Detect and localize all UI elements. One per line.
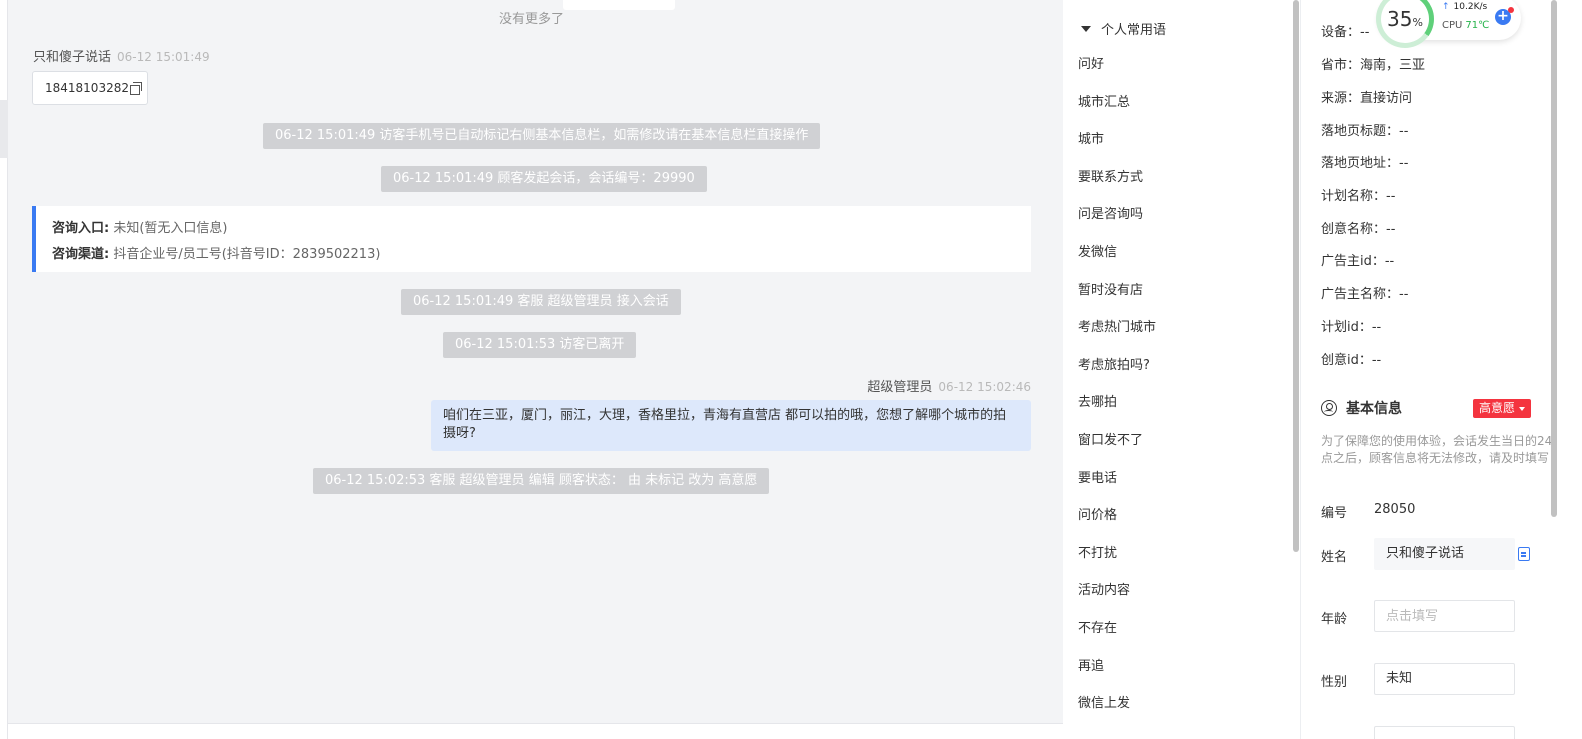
usage-percent-unit: % [1412, 16, 1423, 29]
age-label: 年龄 [1321, 612, 1348, 627]
user-icon [1321, 400, 1337, 416]
caret-down-icon [1081, 25, 1091, 32]
consult-entry-label: 咨询入口: [52, 221, 110, 236]
basic-info-header: 基本信息 [1321, 398, 1402, 418]
phrase-item[interactable]: 考虑旅拍吗? [1078, 347, 1156, 385]
system-message: 06-12 15:01:49 客服 超级管理员 接入会话 [401, 289, 681, 315]
phrase-item[interactable]: 城市汇总 [1078, 84, 1156, 122]
visitor-phone: 18418103282 [45, 81, 129, 95]
caret-down-icon [1519, 406, 1526, 411]
system-monitor-widget[interactable]: 35% ↑ 10.2K/s CPU 71℃ + [1376, 0, 1521, 48]
consult-channel-row: 咨询渠道: 抖音企业号/员工号(抖音号ID：2839502213) [52, 242, 1015, 268]
chat-panel: 没有更多了 只和傻子说话 06-12 15:01:49 18418103282 0… [0, 0, 1063, 739]
age-input[interactable] [1374, 600, 1515, 632]
agent-header: 超级管理员 06-12 15:02:46 [867, 376, 1031, 395]
phrase-item[interactable]: 考虑热门城市 [1078, 309, 1156, 347]
field-landing-title: 落地页标题：-- [1321, 124, 1409, 139]
no-more-text: 没有更多了 [498, 12, 564, 27]
copy-icon[interactable] [129, 82, 142, 95]
system-message: 06-12 15:02:53 客服 超级管理员 编辑 顾客状态： 由 未标记 改… [313, 468, 770, 494]
intent-status-dropdown[interactable]: 高意愿 [1473, 399, 1532, 418]
phrase-item[interactable]: 再追 [1078, 648, 1156, 686]
cpu-temp: CPU 71℃ [1442, 20, 1489, 31]
phrase-item[interactable]: 暂时没有店 [1078, 272, 1156, 310]
visitor-name: 只和傻子说话 [33, 50, 112, 65]
copy-name-icon[interactable] [1518, 547, 1530, 561]
common-phrases-panel: 个人常用语 问好 城市汇总 城市 要联系方式 问是咨询吗 发微信 暂时没有店 考… [1063, 0, 1300, 739]
usage-percent: 35% [1381, 0, 1429, 43]
consult-entry-row: 咨询入口: 未知(暂无入口信息) [52, 216, 1015, 242]
consult-channel-label: 咨询渠道: [52, 247, 110, 262]
phrases-scrollbar[interactable] [1293, 0, 1299, 552]
consult-info-card: 咨询入口: 未知(暂无入口信息) 咨询渠道: 抖音企业号/员工号(抖音号ID：2… [32, 206, 1031, 272]
phrase-item[interactable]: 窗口发不了 [1078, 422, 1156, 460]
id-label: 编号 [1321, 506, 1348, 521]
consult-entry-value: 未知(暂无入口信息) [113, 221, 228, 236]
phrases-group-header[interactable]: 个人常用语 [1081, 19, 1166, 38]
consult-channel-value: 抖音企业号/员工号(抖音号ID：2839502213) [113, 247, 381, 262]
name-label: 姓名 [1321, 550, 1348, 565]
phrases-list: 问好 城市汇总 城市 要联系方式 问是咨询吗 发微信 暂时没有店 考虑热门城市 … [1078, 46, 1156, 723]
field-creative-id: 创意id：-- [1321, 353, 1382, 368]
app-root: 没有更多了 只和傻子说话 06-12 15:01:49 18418103282 0… [0, 0, 1582, 739]
cpu-label: CPU [1442, 20, 1463, 31]
upload-arrow-icon: ↑ [1442, 2, 1450, 12]
phrase-item[interactable]: 不存在 [1078, 610, 1156, 648]
edit-deadline-hint: 为了保障您的使用体验，会话发生当日的24点之后，顾客信息将无法修改，请及时填写 [1321, 434, 1553, 465]
network-speed: ↑ 10.2K/s [1442, 2, 1487, 12]
system-message: 06-12 15:01:49 顾客发起会话，会话编号：29990 [381, 166, 707, 192]
field-device: 设备：-- [1321, 25, 1370, 40]
intent-status-label: 高意愿 [1479, 401, 1516, 415]
gender-select[interactable]: 未知 [1374, 663, 1515, 695]
phrase-item[interactable]: 问是咨询吗 [1078, 196, 1156, 234]
field-plan-id: 计划id：-- [1321, 320, 1382, 335]
usage-percent-value: 35 [1387, 7, 1413, 31]
agent-message-bubble[interactable]: 咱们在三亚，厦门，丽江，大理，香格里拉，青海有直营店 都可以拍的哦，您想了解哪个… [431, 400, 1031, 451]
phrase-item[interactable]: 问好 [1078, 46, 1156, 84]
id-value: 28050 [1374, 502, 1416, 517]
customer-info-panel: 设备：-- 省市：海南，三亚 来源：直接访问 落地页标题：-- 落地页地址：--… [1300, 0, 1582, 739]
notification-dot [1508, 7, 1514, 13]
field-advertiser-name: 广告主名称：-- [1321, 287, 1409, 302]
phrase-item[interactable]: 要电话 [1078, 460, 1156, 498]
phrase-item[interactable]: 不打扰 [1078, 535, 1156, 573]
field-landing-url: 落地页地址：-- [1321, 156, 1409, 171]
visitor-phone-bubble[interactable]: 18418103282 [32, 71, 148, 105]
phrase-item[interactable]: 去哪拍 [1078, 384, 1156, 422]
visitor-time: 06-12 15:01:49 [117, 50, 210, 64]
phrase-item[interactable]: 问价格 [1078, 497, 1156, 535]
system-message: 06-12 15:01:49 访客手机号已自动标记右侧基本信息栏，如需修改请在基… [263, 123, 821, 149]
cpu-temp-value: 71℃ [1465, 20, 1490, 31]
phrase-item[interactable]: 活动内容 [1078, 572, 1156, 610]
field-creative-name: 创意名称：-- [1321, 222, 1396, 237]
phrase-item[interactable]: 发微信 [1078, 234, 1156, 272]
field-advertiser-id: 广告主id：-- [1321, 254, 1395, 269]
phrase-item[interactable]: 城市 [1078, 121, 1156, 159]
gender-label: 性别 [1321, 675, 1348, 690]
field-source: 来源：直接访问 [1321, 91, 1413, 106]
agent-time: 06-12 15:02:46 [938, 380, 1031, 394]
basic-info-title: 基本信息 [1346, 401, 1402, 417]
phrase-item[interactable]: 要联系方式 [1078, 159, 1156, 197]
name-field[interactable]: 只和傻子说话 [1374, 538, 1515, 570]
chat-left-handle[interactable] [0, 100, 8, 158]
agent-name: 超级管理员 [867, 380, 933, 395]
phrases-group-title: 个人常用语 [1101, 23, 1167, 38]
visitor-header: 只和傻子说话 06-12 15:01:49 [33, 46, 210, 65]
network-speed-value: 10.2K/s [1453, 2, 1488, 12]
field-plan-name: 计划名称：-- [1321, 189, 1396, 204]
field-province-city: 省市：海南，三亚 [1321, 58, 1426, 73]
system-message: 06-12 15:01:53 访客已离开 [443, 332, 637, 358]
phrase-item[interactable]: 微信上发 [1078, 685, 1156, 723]
chat-input-area[interactable] [8, 723, 1063, 739]
next-field[interactable] [1374, 726, 1515, 739]
customer-panel-scrollbar[interactable] [1551, 0, 1557, 517]
